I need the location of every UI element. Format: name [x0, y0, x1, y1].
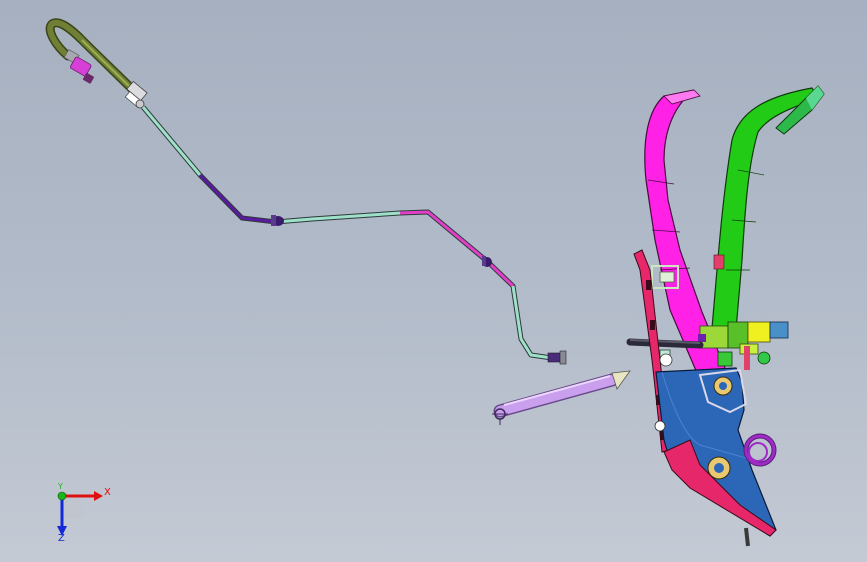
bracket-bolt[interactable] [713, 376, 733, 396]
line-end-fitting[interactable] [547, 350, 567, 365]
pedal-bracket[interactable] [655, 367, 777, 537]
pedal-assembly-scene[interactable] [0, 0, 867, 562]
return-spring[interactable] [743, 433, 777, 467]
line-clip[interactable] [271, 215, 284, 226]
y-axis-origin [57, 491, 67, 501]
z-axis-label: Z [58, 533, 65, 544]
push-rod[interactable] [492, 370, 631, 425]
clutch-stop-tab [713, 254, 725, 270]
y-axis-label: Y [58, 482, 63, 491]
line-clip[interactable] [482, 256, 492, 267]
coordinate-triad [57, 491, 103, 536]
hose-end-connector[interactable] [63, 49, 94, 84]
bracket-bolt[interactable] [707, 456, 731, 480]
cad-viewport[interactable]: X Y Z [0, 0, 867, 562]
bracket-stud [744, 527, 750, 547]
brake-line[interactable] [141, 105, 553, 361]
flex-hose[interactable] [45, 18, 141, 98]
clutch-pedal-arm[interactable] [711, 87, 819, 331]
x-axis-label: X [104, 487, 111, 498]
